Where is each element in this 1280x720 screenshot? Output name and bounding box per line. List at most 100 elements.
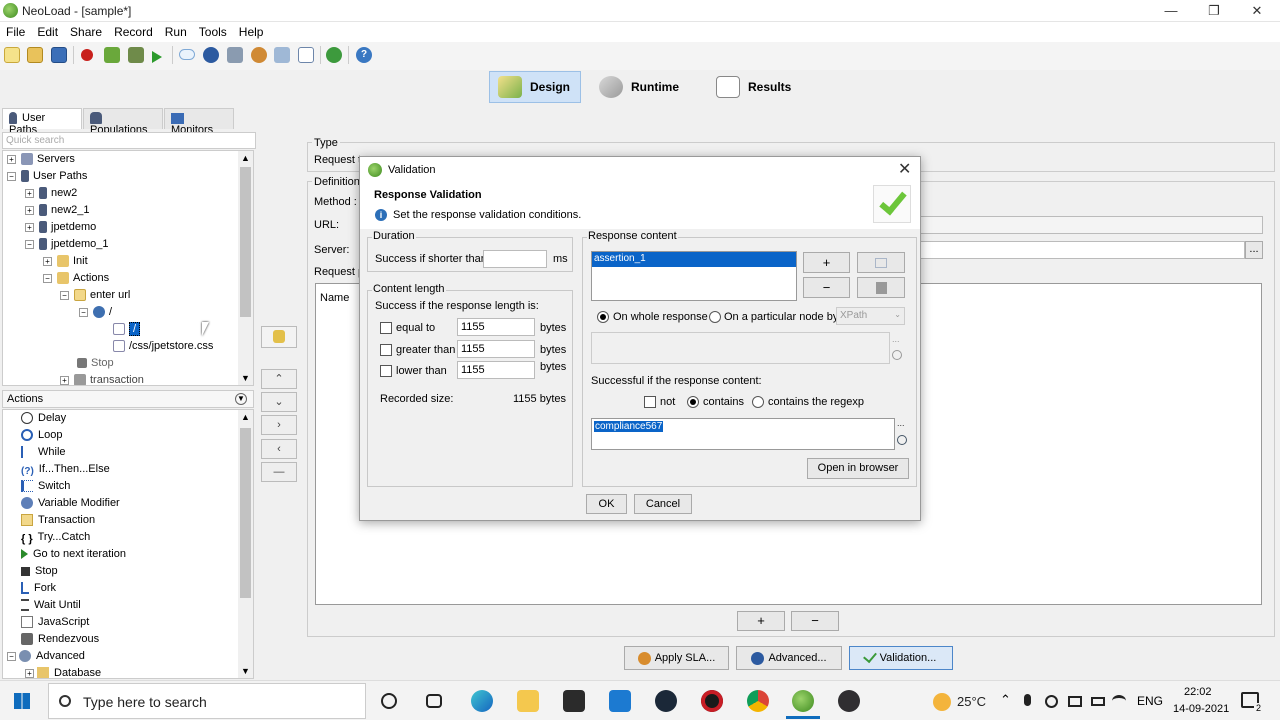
close-window-button[interactable]: ✕: [1234, 0, 1280, 22]
scroll-up-icon[interactable]: ▲: [241, 412, 250, 422]
cloud-icon[interactable]: [179, 49, 195, 60]
temperature-label[interactable]: 25°C: [957, 694, 986, 709]
results-perspective-button[interactable]: Results: [708, 71, 801, 103]
design-perspective-button[interactable]: Design: [489, 71, 582, 103]
new-project-icon[interactable]: [4, 47, 20, 63]
chrome-icon[interactable]: [747, 690, 769, 712]
clock-date[interactable]: 14-09-2021: [1173, 703, 1229, 715]
action-switch[interactable]: Switch: [21, 478, 70, 495]
expand-icon[interactable]: +: [60, 375, 69, 385]
store-icon[interactable]: [563, 690, 585, 712]
weather-icon[interactable]: [933, 693, 951, 711]
menu-run[interactable]: Run: [159, 22, 193, 39]
tree-node-page[interactable]: − /: [79, 304, 112, 321]
menu-file[interactable]: File: [0, 22, 31, 39]
collapse-panel-icon[interactable]: ▼: [235, 393, 247, 405]
file-explorer-icon[interactable]: [517, 690, 539, 712]
contains-radio[interactable]: [687, 396, 699, 408]
advanced-button[interactable]: Advanced...: [736, 646, 842, 670]
tree-node-stop[interactable]: Stop: [77, 355, 114, 372]
duplicate-assertion-button[interactable]: [857, 252, 905, 273]
game-app-icon[interactable]: [701, 690, 723, 712]
security-icon[interactable]: [1045, 695, 1058, 708]
tree-node-init[interactable]: + Init: [43, 253, 88, 270]
tree-node-jpetdemo-1[interactable]: − jpetdemo_1: [25, 236, 109, 253]
runtime-perspective-button[interactable]: Runtime: [591, 71, 689, 103]
server-field[interactable]: [919, 241, 1245, 259]
tree-scrollbar[interactable]: ▲ ▼: [238, 151, 253, 385]
server-browse-button[interactable]: ...: [1245, 241, 1263, 259]
restore-button[interactable]: ❐: [1191, 0, 1237, 22]
scroll-thumb[interactable]: [240, 428, 251, 598]
action-transaction[interactable]: Transaction: [21, 512, 95, 529]
remove-button[interactable]: —: [261, 462, 297, 482]
dialog-close-button[interactable]: ✕: [898, 159, 911, 179]
language-indicator[interactable]: ENG: [1137, 694, 1163, 708]
menu-share[interactable]: Share: [64, 22, 108, 39]
debug-icon[interactable]: [128, 47, 144, 63]
chevron-up-icon[interactable]: ⌃: [1000, 692, 1011, 708]
contains-regexp-radio[interactable]: [752, 396, 764, 408]
action-delay[interactable]: Delay: [21, 410, 66, 427]
tree-node-actions[interactable]: − Actions: [43, 270, 109, 287]
on-whole-response-radio[interactable]: [597, 311, 609, 323]
ok-button[interactable]: OK: [586, 494, 627, 514]
url-field[interactable]: [919, 216, 1263, 234]
tree-node-enter-url[interactable]: − enter url: [60, 287, 130, 304]
license-icon[interactable]: [251, 47, 267, 63]
cortana-icon[interactable]: [381, 693, 397, 709]
paste-assertion-button[interactable]: [857, 277, 905, 298]
assertion-item-selected[interactable]: assertion_1: [592, 252, 796, 267]
greater-than-input[interactable]: 1155: [457, 340, 535, 358]
move-right-button[interactable]: ›: [261, 415, 297, 435]
action-if-then-else[interactable]: (?) If...Then...Else: [21, 461, 110, 478]
expand-icon[interactable]: +: [25, 222, 34, 232]
add-to-path-button[interactable]: [261, 326, 297, 348]
microphone-icon[interactable]: [1024, 694, 1031, 706]
menu-edit[interactable]: Edit: [31, 22, 64, 39]
action-while[interactable]: While: [21, 444, 66, 461]
update-icon[interactable]: [326, 47, 342, 63]
tab-user-paths[interactable]: User Paths: [2, 108, 82, 136]
expand-icon[interactable]: +: [25, 188, 34, 198]
save-icon[interactable]: [51, 47, 67, 63]
move-left-button[interactable]: ‹: [261, 439, 297, 459]
add-assertion-button[interactable]: +: [803, 252, 850, 273]
move-up-button[interactable]: ⌃: [261, 369, 297, 389]
duration-input[interactable]: [483, 250, 547, 268]
node-browse-icon[interactable]: ...: [892, 334, 900, 344]
tree-node-servers[interactable]: + Servers: [7, 151, 75, 168]
apply-sla-button[interactable]: Apply SLA...: [624, 646, 729, 670]
taskbar-search-box[interactable]: Type here to search: [48, 683, 366, 719]
server-icon[interactable]: [227, 47, 243, 63]
pattern-search-icon[interactable]: [897, 435, 907, 445]
expand-icon[interactable]: +: [25, 668, 34, 678]
scroll-up-icon[interactable]: ▲: [241, 153, 250, 163]
add-parameter-button[interactable]: +: [737, 611, 785, 631]
tree-node-request-root[interactable]: /: [113, 321, 141, 338]
tab-populations[interactable]: Populations: [83, 108, 163, 136]
obs-icon[interactable]: [838, 690, 860, 712]
expand-icon[interactable]: +: [43, 256, 52, 266]
open-project-icon[interactable]: [27, 47, 43, 63]
on-particular-node-radio[interactable]: [709, 311, 721, 323]
action-stop[interactable]: Stop: [21, 563, 58, 580]
open-in-browser-button[interactable]: Open in browser: [807, 458, 909, 479]
pattern-browse-icon[interactable]: ...: [897, 418, 905, 428]
lower-than-input[interactable]: 1155: [457, 361, 535, 379]
node-expression-field[interactable]: [591, 332, 890, 364]
tab-monitors[interactable]: Monitors: [164, 108, 234, 136]
action-database[interactable]: + Database: [25, 665, 101, 678]
neotys-icon[interactable]: [203, 47, 219, 63]
minimize-button[interactable]: —: [1148, 0, 1194, 22]
wifi-icon[interactable]: [1112, 695, 1126, 707]
scroll-down-icon[interactable]: ▼: [241, 666, 250, 676]
expand-icon[interactable]: +: [25, 205, 34, 215]
equal-to-checkbox[interactable]: [380, 322, 392, 334]
not-checkbox[interactable]: [644, 396, 656, 408]
menu-tools[interactable]: Tools: [193, 22, 233, 39]
quick-search-input[interactable]: Quick search: [2, 132, 256, 149]
move-down-button[interactable]: ⌄: [261, 392, 297, 412]
play-icon[interactable]: [152, 51, 162, 63]
action-javascript[interactable]: JavaScript: [21, 614, 89, 631]
